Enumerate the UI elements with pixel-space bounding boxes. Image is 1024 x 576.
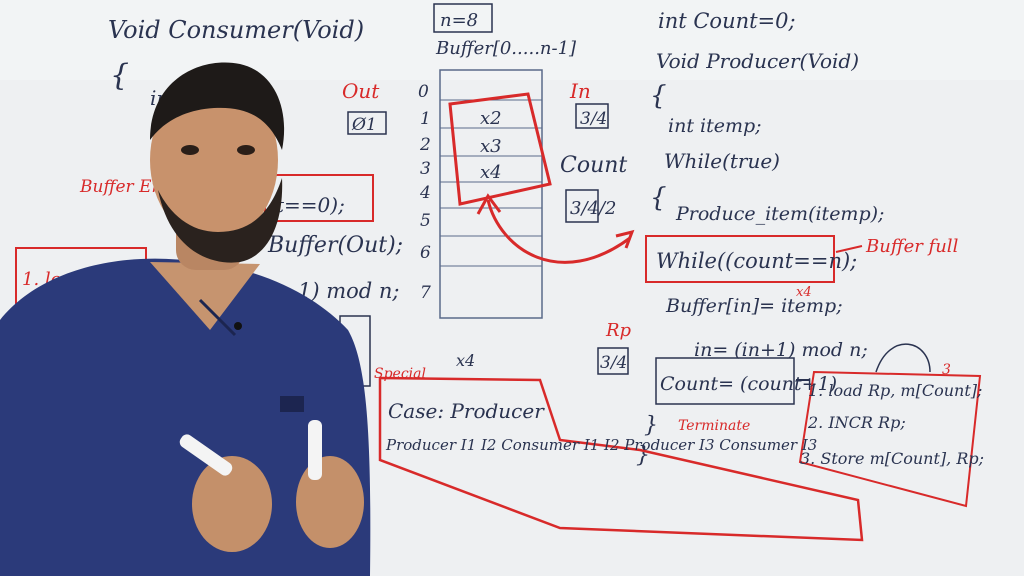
consumer-title: Void Consumer(Void) xyxy=(108,16,364,44)
consumer-modn: 1) mod n; xyxy=(298,279,400,303)
step-line: 2. INCR Rp; xyxy=(807,413,906,432)
presenter-eye xyxy=(181,145,199,155)
out-value: Ø1 xyxy=(351,115,377,135)
step-ref: 3 xyxy=(942,362,951,378)
buffer-index: 3 xyxy=(420,159,431,179)
count-label: Count xyxy=(560,153,627,178)
buffer-item: x3 xyxy=(480,136,502,157)
producer-close: } xyxy=(644,413,658,438)
producer-line-sub: x4 xyxy=(796,285,812,300)
producer-line: int itemp; xyxy=(668,115,762,137)
producer-line: While(true) xyxy=(664,149,780,173)
buffer-index: 2 xyxy=(419,135,431,155)
buffer-item: x4 xyxy=(480,162,502,183)
buffer-index: 0 xyxy=(418,82,429,102)
in-value: 3/4 xyxy=(580,109,607,129)
terminate-note: Terminate xyxy=(678,418,750,434)
count-value: 3/4/2 xyxy=(570,198,617,219)
buffer-full-note: Buffer full xyxy=(865,236,959,257)
presenter-eye xyxy=(237,145,255,155)
producer-line: int Count=0; xyxy=(658,9,796,33)
buffer-index: 7 xyxy=(420,283,431,303)
rp-value: 3/4 xyxy=(600,353,627,373)
buffer-index: 1 xyxy=(420,109,431,129)
presenter-left-hand xyxy=(192,456,272,552)
case-label: Case: Producer xyxy=(388,399,545,423)
buffer-index: 4 xyxy=(419,183,431,203)
presenter-mic xyxy=(234,322,242,330)
buffer-name: Buffer[0.....n-1] xyxy=(435,38,577,59)
producer-line: { xyxy=(650,81,667,111)
n-label: n=8 xyxy=(440,10,478,31)
marker-right xyxy=(308,420,322,480)
consumer-open-brace: { xyxy=(110,58,129,93)
producer-line: Produce_item(itemp); xyxy=(675,203,884,225)
presenter-right-hand xyxy=(296,456,364,548)
whiteboard-canvas: Void Consumer(Void) { in t==0); Buffer(O… xyxy=(0,0,1024,576)
consumer-buffer-out: Buffer(Out); xyxy=(267,233,403,258)
x4-note: x4 xyxy=(456,351,475,370)
sequence-text: Producer I1 I2 Consumer I1 I2 Producer I… xyxy=(385,436,817,454)
buffer-index: 6 xyxy=(420,243,431,263)
buffer-item: x2 xyxy=(480,108,502,129)
rp-label: Rp xyxy=(605,320,632,341)
presenter-pocket-logo xyxy=(280,396,304,412)
out-label: Out xyxy=(342,79,380,103)
step-line: 1. load Rp, m[Count]; xyxy=(808,381,982,400)
producer-line: Buffer[in]= itemp; xyxy=(665,295,843,317)
consumer-while-cond: t==0); xyxy=(276,193,345,217)
in-label: In xyxy=(569,79,591,103)
producer-line: Void Producer(Void) xyxy=(656,49,859,73)
producer-line: { xyxy=(650,183,667,213)
whiteboard-scene: Void Consumer(Void) { in t==0); Buffer(O… xyxy=(0,0,1024,576)
step-line: 3. Store m[Count], Rp; xyxy=(800,449,984,468)
buffer-index: 5 xyxy=(420,211,431,231)
producer-line: While((count==n); xyxy=(656,249,857,273)
